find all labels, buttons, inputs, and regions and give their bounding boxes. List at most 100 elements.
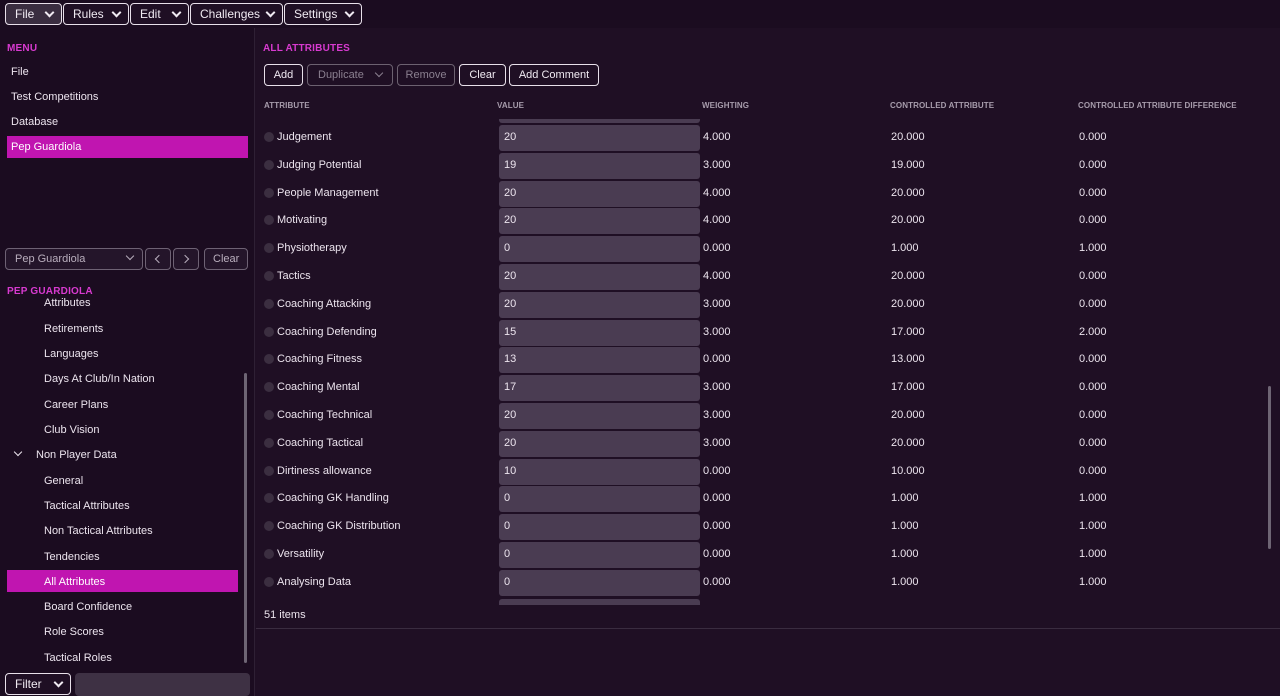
column-header-weighting[interactable]: WEIGHTING xyxy=(702,101,749,110)
menu-item-test-competitions[interactable]: Test Competitions xyxy=(7,86,248,108)
row-status-icon[interactable] xyxy=(264,576,274,587)
value-input[interactable] xyxy=(499,152,700,179)
table-row[interactable]: Physiotherapy 0 0.000 1.000 1.000 xyxy=(256,235,1266,263)
add-button[interactable]: Add xyxy=(264,64,303,86)
value-input[interactable] xyxy=(499,542,700,568)
challenges-menu-button[interactable]: Challenges xyxy=(190,3,283,25)
row-status-icon[interactable] xyxy=(264,354,274,365)
row-status-icon[interactable] xyxy=(264,298,274,309)
person-select[interactable]: Pep Guardiola xyxy=(5,248,143,270)
row-status-icon[interactable] xyxy=(264,159,274,170)
row-status-icon[interactable] xyxy=(264,243,274,254)
table-row[interactable]: Motivating 20 4.000 20.000 0.000 xyxy=(256,207,1266,235)
row-status-icon[interactable] xyxy=(264,549,274,559)
settings-menu-button[interactable]: Settings xyxy=(284,3,362,25)
value-input[interactable] xyxy=(499,208,700,235)
value-input[interactable] xyxy=(499,291,700,318)
attribute-value[interactable]: 19 xyxy=(504,159,516,171)
filter-input[interactable] xyxy=(75,673,250,696)
attribute-value[interactable]: 20 xyxy=(504,409,516,421)
table-row[interactable]: Coaching Tactical 20 3.000 20.000 0.000 xyxy=(256,430,1266,457)
attribute-value[interactable]: 15 xyxy=(504,326,516,338)
attribute-value[interactable]: 0 xyxy=(504,576,510,588)
table-row[interactable]: Judgement 20 4.000 20.000 0.000 xyxy=(256,124,1266,151)
value-input[interactable] xyxy=(499,375,700,402)
value-input[interactable] xyxy=(499,486,700,513)
next-button[interactable] xyxy=(173,248,199,270)
table-row[interactable]: Analysing Data 0 0.000 1.000 1.000 xyxy=(256,569,1266,596)
attribute-value[interactable]: 20 xyxy=(504,131,516,143)
row-status-icon[interactable] xyxy=(264,326,274,337)
attribute-value[interactable]: 0 xyxy=(504,548,510,560)
row-status-icon[interactable] xyxy=(264,410,274,420)
tree-item-all-attributes[interactable]: All Attributes xyxy=(44,576,105,588)
attribute-value[interactable]: 13 xyxy=(504,353,516,365)
table-row[interactable]: Coaching GK Handling 0 0.000 1.000 1.000 xyxy=(256,485,1266,513)
row-status-icon[interactable] xyxy=(264,132,274,142)
attribute-value[interactable]: 20 xyxy=(504,187,516,199)
value-input[interactable] xyxy=(499,430,700,457)
menu-item-database[interactable]: Database xyxy=(7,111,248,133)
column-header-controlled-difference[interactable]: CONTROLLED ATTRIBUTE DIFFERENCE xyxy=(1078,101,1237,110)
rules-menu-button[interactable]: Rules xyxy=(63,3,129,25)
column-header-controlled-attribute[interactable]: CONTROLLED ATTRIBUTE xyxy=(890,101,994,110)
main-panel: ALL ATTRIBUTES Add Duplicate Remove Clea… xyxy=(256,28,1280,696)
duplicate-button[interactable]: Duplicate xyxy=(307,64,393,86)
table-row[interactable]: Versatility 0 0.000 1.000 1.000 xyxy=(256,541,1266,568)
value-input[interactable] xyxy=(499,180,700,207)
row-status-icon[interactable] xyxy=(264,465,274,476)
row-status-icon[interactable] xyxy=(264,437,274,448)
attribute-value[interactable]: 20 xyxy=(504,298,516,310)
table-row[interactable]: Coaching Fitness 13 0.000 13.000 0.000 xyxy=(256,346,1266,374)
value-input[interactable] xyxy=(499,347,700,374)
tree-scrollbar[interactable] xyxy=(244,373,247,663)
filter-button[interactable]: Filter xyxy=(5,673,71,695)
value-input[interactable] xyxy=(499,514,700,541)
row-status-icon[interactable] xyxy=(264,382,274,393)
previous-button[interactable] xyxy=(145,248,171,270)
attribute-value[interactable]: 0 xyxy=(504,520,510,532)
table-row[interactable]: Coaching GK Distribution 0 0.000 1.000 1.000 xyxy=(256,513,1266,541)
table-row[interactable]: Coaching Mental 17 3.000 17.000 0.000 xyxy=(256,374,1266,402)
value-input[interactable] xyxy=(499,264,700,290)
value-input[interactable] xyxy=(499,125,700,151)
row-status-icon[interactable] xyxy=(264,493,274,504)
file-menu-button[interactable]: File xyxy=(5,3,62,25)
row-status-icon[interactable] xyxy=(264,271,274,281)
value-input[interactable] xyxy=(499,236,700,263)
remove-button[interactable]: Remove xyxy=(397,64,455,86)
tree-item-role-scores[interactable]: Role Scores xyxy=(44,626,104,638)
edit-menu-button[interactable]: Edit xyxy=(130,3,189,25)
table-row[interactable]: Coaching Attacking 20 3.000 20.000 0.000 xyxy=(256,291,1266,318)
row-status-icon[interactable] xyxy=(264,521,274,532)
attribute-value[interactable]: 20 xyxy=(504,437,516,449)
tree-item-tactical-roles[interactable]: Tactical Roles xyxy=(44,652,112,664)
table-row[interactable]: Judging Potential 19 3.000 19.000 0.000 xyxy=(256,152,1266,179)
table-row[interactable]: Tactics 20 4.000 20.000 0.000 xyxy=(256,263,1266,290)
table-row[interactable]: Coaching Defending 15 3.000 17.000 2.000 xyxy=(256,319,1266,346)
add-comment-button[interactable]: Add Comment xyxy=(509,64,599,86)
attribute-value[interactable]: 20 xyxy=(504,214,516,226)
column-header-attribute[interactable]: ATTRIBUTE xyxy=(264,101,310,110)
row-status-icon[interactable] xyxy=(264,215,274,226)
tree-item-board-confidence[interactable]: Board Confidence xyxy=(44,601,132,613)
row-status-icon[interactable] xyxy=(264,187,274,198)
attribute-value[interactable]: 0 xyxy=(504,492,510,504)
attribute-value[interactable]: 0 xyxy=(504,242,510,254)
column-header-value[interactable]: VALUE xyxy=(497,101,524,110)
table-row[interactable]: Coaching Technical 20 3.000 20.000 0.000 xyxy=(256,402,1266,429)
clear-selection-button[interactable]: Clear xyxy=(204,248,248,270)
value-input[interactable] xyxy=(499,458,700,485)
attribute-value[interactable]: 20 xyxy=(504,270,516,282)
value-input[interactable] xyxy=(499,403,700,429)
value-input[interactable] xyxy=(499,569,700,596)
table-row[interactable]: People Management 20 4.000 20.000 0.000 xyxy=(256,180,1266,207)
table-scrollbar[interactable] xyxy=(1268,386,1271,549)
clear-button[interactable]: Clear xyxy=(459,64,506,86)
attribute-value[interactable]: 10 xyxy=(504,465,516,477)
menu-item-file[interactable]: File xyxy=(7,61,248,83)
attribute-value[interactable]: 17 xyxy=(504,381,516,393)
menu-item-pep-guardiola[interactable]: Pep Guardiola xyxy=(7,136,248,158)
table-row[interactable]: Dirtiness allowance 10 0.000 10.000 0.000 xyxy=(256,458,1266,485)
value-input[interactable] xyxy=(499,319,700,346)
